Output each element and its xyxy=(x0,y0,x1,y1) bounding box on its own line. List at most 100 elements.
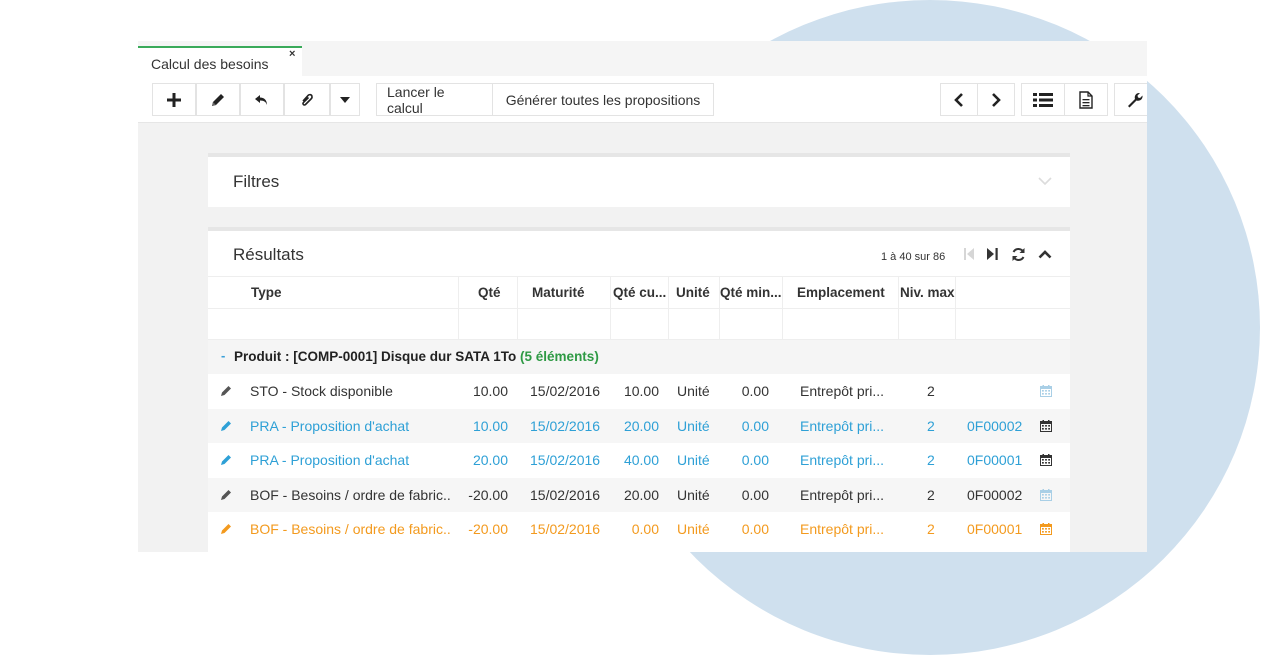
col-header-unit[interactable]: Unité xyxy=(676,277,716,310)
cell-type: STO - Stock disponible xyxy=(250,383,393,399)
cell-unit: Unité xyxy=(677,486,710,503)
collapse-up-icon[interactable] xyxy=(1038,249,1052,259)
table-row[interactable]: PRA - Proposition d'achat 20.00 15/02/20… xyxy=(208,443,1070,478)
tab-close-icon[interactable]: × xyxy=(289,48,295,60)
cell-qty: 20.00 xyxy=(472,452,508,468)
cell-location: Entrepôt pri... xyxy=(800,521,885,537)
chevron-left-icon xyxy=(954,92,963,107)
results-title: Résultats xyxy=(233,245,304,264)
edit-pencil-icon[interactable] xyxy=(220,453,233,466)
col-header-type[interactable]: Type xyxy=(251,277,451,310)
document-icon xyxy=(1079,90,1093,109)
table-row[interactable]: BOF - Besoins / ordre de fabric... -20.0… xyxy=(208,512,1070,547)
edit-pencil-icon[interactable] xyxy=(220,384,233,397)
cell-type: PRA - Proposition d'achat xyxy=(250,417,410,434)
tab-calcul-des-besoins[interactable]: Calcul des besoins × xyxy=(138,46,302,76)
generate-all-proposals-button[interactable]: Générer toutes les propositions xyxy=(492,83,714,116)
col-header-maturity[interactable]: Maturité xyxy=(532,277,602,310)
cell-min-qty: 0.00 xyxy=(741,383,769,399)
cell-reference[interactable]: 0F00002 xyxy=(967,418,1027,434)
last-page-icon[interactable] xyxy=(987,247,998,261)
cell-min-qty: 0.00 xyxy=(741,417,769,434)
cell-qty: 10.00 xyxy=(472,417,508,434)
more-dropdown-button[interactable] xyxy=(330,83,360,116)
col-header-max-level[interactable]: Niv. max xyxy=(900,277,960,310)
cell-maturity: 15/02/2016 xyxy=(530,452,601,468)
cell-reference[interactable]: 0F00001 xyxy=(967,452,1027,468)
generate-all-proposals-label: Générer toutes les propositions xyxy=(505,91,701,108)
cell-qty: 10.00 xyxy=(472,383,508,399)
cell-location: Entrepôt pri... xyxy=(800,417,885,434)
cell-max-level: 2 xyxy=(927,383,935,399)
attach-button[interactable] xyxy=(284,83,330,116)
col-header-qty[interactable]: Qté xyxy=(478,277,518,310)
cell-max-level: 2 xyxy=(927,452,935,468)
wrench-icon xyxy=(1127,92,1143,107)
cell-location: Entrepôt pri... xyxy=(800,486,885,503)
cell-qty: -20.00 xyxy=(468,486,508,503)
edit-pencil-icon[interactable] xyxy=(220,419,233,432)
table-row[interactable]: PRA - Proposition d'achat 10.00 15/02/20… xyxy=(208,408,1070,443)
previous-button[interactable] xyxy=(940,83,978,116)
cell-location: Entrepôt pri... xyxy=(800,452,885,468)
calendar-icon[interactable] xyxy=(1040,488,1052,501)
refresh-icon[interactable] xyxy=(1011,247,1026,262)
cell-reference[interactable]: 0F00001 xyxy=(967,521,1027,537)
form-view-button[interactable] xyxy=(1064,83,1108,116)
add-button[interactable] xyxy=(152,83,196,116)
cell-cum-qty: 10.00 xyxy=(623,383,659,399)
plus-icon xyxy=(167,92,181,107)
chevron-down-icon[interactable] xyxy=(1038,177,1052,186)
group-row[interactable]: - Produit : [COMP-0001] Disque dur SATA … xyxy=(208,340,1070,374)
grid-filter-row[interactable] xyxy=(208,309,1070,340)
calendar-icon[interactable] xyxy=(1040,385,1052,397)
pencil-icon xyxy=(212,93,224,106)
cell-cum-qty: 20.00 xyxy=(623,486,659,503)
cell-min-qty: 0.00 xyxy=(741,521,769,537)
calendar-icon[interactable] xyxy=(1040,454,1052,466)
filters-panel: Filtres xyxy=(208,153,1070,207)
cell-location: Entrepôt pri... xyxy=(800,383,885,399)
edit-button[interactable] xyxy=(196,83,240,116)
cell-reference[interactable]: 0F00002 xyxy=(967,487,1027,503)
undo-icon xyxy=(255,94,267,105)
next-button[interactable] xyxy=(977,83,1015,116)
tab-bar: Calcul des besoins × xyxy=(138,41,1147,76)
edit-pencil-icon[interactable] xyxy=(220,522,233,535)
cell-maturity: 15/02/2016 xyxy=(530,417,601,434)
group-collapse-toggle[interactable]: - xyxy=(221,348,225,363)
group-product-label: Produit : [COMP-0001] Disque dur SATA 1T… xyxy=(234,349,517,364)
pagination-info: 1 à 40 sur 86 xyxy=(881,251,946,263)
cell-max-level: 2 xyxy=(927,486,935,503)
cell-min-qty: 0.00 xyxy=(741,486,769,503)
edit-pencil-icon[interactable] xyxy=(220,488,233,501)
col-header-min-qty[interactable]: Qté min... xyxy=(720,277,782,310)
group-label: Produit : [COMP-0001] Disque dur SATA 1T… xyxy=(234,349,599,364)
caret-down-icon xyxy=(340,96,350,103)
cell-cum-qty: 20.00 xyxy=(623,417,659,434)
undo-button[interactable] xyxy=(240,83,284,116)
tools-button[interactable] xyxy=(1114,83,1147,116)
list-view-button[interactable] xyxy=(1021,83,1065,116)
results-grid: Type Qté Maturité Qté cu... Unité Qté mi… xyxy=(208,276,1070,547)
launch-calculation-button[interactable]: Lancer le calcul xyxy=(376,83,493,116)
col-header-location[interactable]: Emplacement xyxy=(797,277,897,310)
calendar-icon[interactable] xyxy=(1040,419,1052,432)
cell-maturity: 15/02/2016 xyxy=(530,383,601,399)
first-page-icon[interactable] xyxy=(964,247,975,261)
table-row[interactable]: STO - Stock disponible 10.00 15/02/2016 … xyxy=(208,374,1070,409)
cell-type: BOF - Besoins / ordre de fabric... xyxy=(250,486,450,503)
cell-qty: -20.00 xyxy=(468,521,508,537)
calendar-icon[interactable] xyxy=(1040,523,1052,535)
table-row[interactable]: BOF - Besoins / ordre de fabric... -20.0… xyxy=(208,477,1070,512)
cell-max-level: 2 xyxy=(927,417,935,434)
list-icon xyxy=(1033,92,1053,107)
cell-unit: Unité xyxy=(677,417,710,434)
col-header-cum-qty[interactable]: Qté cu... xyxy=(613,277,669,310)
cell-unit: Unité xyxy=(677,521,710,537)
cell-type: BOF - Besoins / ordre de fabric... xyxy=(250,521,450,537)
cell-cum-qty: 40.00 xyxy=(623,452,659,468)
cell-type: PRA - Proposition d'achat xyxy=(250,452,410,468)
paperclip-icon xyxy=(302,93,313,106)
grid-header: Type Qté Maturité Qté cu... Unité Qté mi… xyxy=(208,276,1070,310)
